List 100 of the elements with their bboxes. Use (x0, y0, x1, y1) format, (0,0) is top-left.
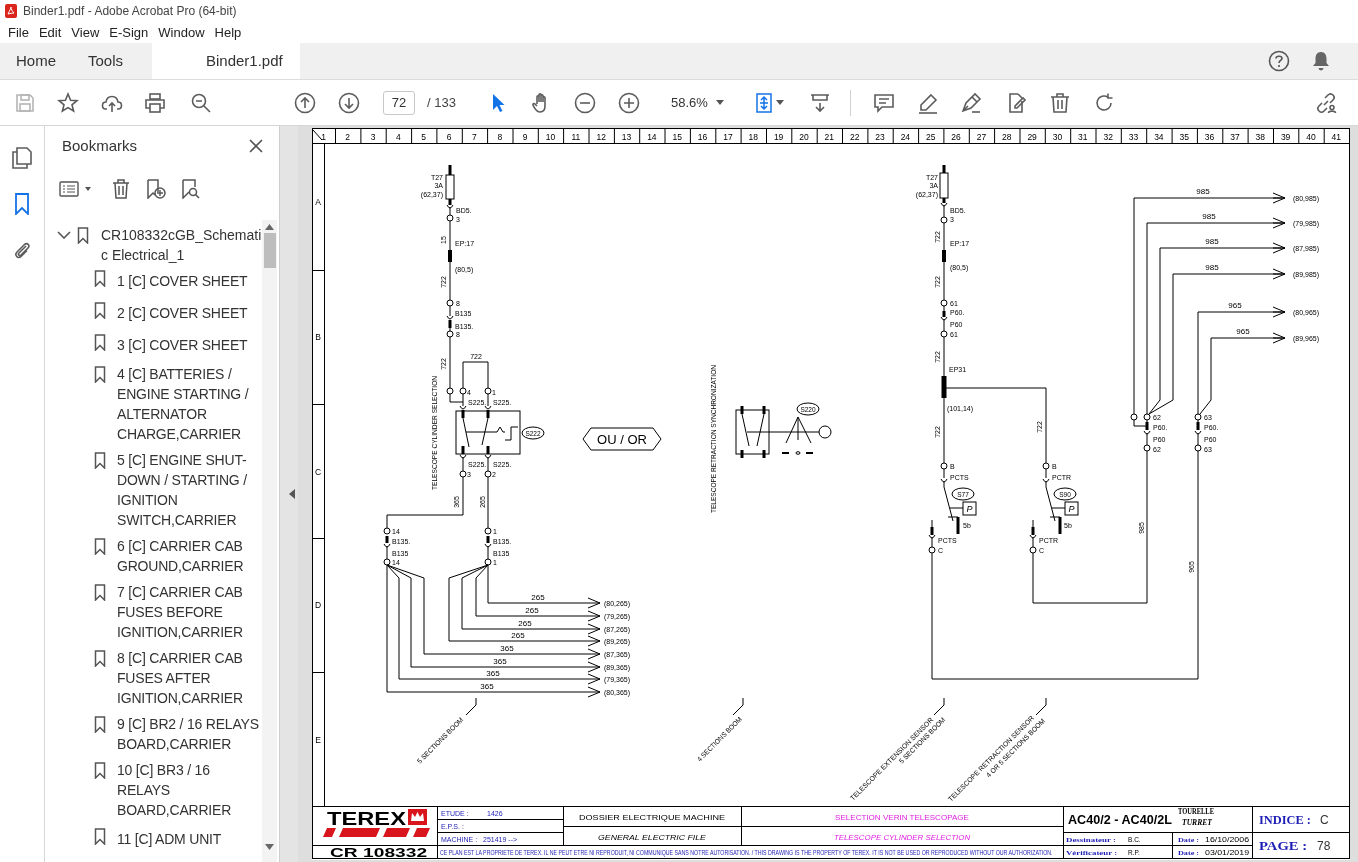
column-number: 2 (345, 132, 351, 142)
field-label: INDICE : (1259, 812, 1311, 828)
column-number: 20 (799, 132, 809, 142)
column-number: 4 (396, 132, 401, 142)
field-value: 78 (1317, 839, 1331, 853)
zoom-out-icon[interactable] (574, 91, 596, 114)
redo-icon[interactable] (1093, 91, 1115, 114)
print-icon[interactable] (144, 91, 166, 114)
column-number: 6 (446, 132, 452, 142)
column-number: 33 (1128, 132, 1139, 142)
tab[interactable]: Binder1.pdf (152, 43, 300, 79)
leader-line (732, 697, 744, 716)
wire-number: 965 (1236, 327, 1250, 336)
comment-icon[interactable] (873, 91, 895, 114)
bookmark-icon (94, 270, 106, 287)
star-icon[interactable] (57, 91, 79, 114)
column-number: 37 (1230, 132, 1240, 142)
options-icon[interactable] (59, 181, 93, 197)
bookmark-item[interactable]: 9 [C] BR2 / 16 RELAYS BOARD,CARRIER (117, 714, 262, 754)
pen-nib-icon[interactable] (960, 91, 982, 114)
wire-number: 985 (1205, 237, 1219, 246)
tab[interactable]: Tools (74, 43, 152, 79)
terex-logo: TEREX (323, 808, 430, 837)
close-icon[interactable] (249, 139, 263, 153)
drawing-number: CR 108332 (330, 846, 428, 860)
bookmark-item[interactable]: 7 [C] CARRIER CAB FUSES BEFORE IGNITION,CARRIER (117, 582, 262, 642)
caret-icon (716, 100, 724, 105)
bookmark-item[interactable]: 8 [C] CARRIER CAB FUSES AFTER IGNITION,CARRIER (117, 648, 262, 708)
column-number: 14 (647, 132, 657, 142)
highlighter-icon[interactable] (917, 91, 939, 114)
title-block-text: DOSSIER ELECTRIQUE MACHINE (578, 812, 726, 822)
column-number: 34 (1154, 132, 1164, 142)
delete-icon[interactable] (112, 179, 130, 199)
bookmark-item[interactable]: 4 [C] BATTERIES / ENGINE STARTING / ALTERNATOR CHARGE,CARRIER (117, 364, 262, 444)
bookmark-icon (94, 650, 106, 667)
column-number: 10 (545, 132, 556, 142)
bookmark-item[interactable]: 2 [C] COVER SHEET (117, 303, 262, 323)
bookmark-item[interactable]: CR108332cGB_Schematic Electrical_1 (101, 225, 262, 265)
column-number: 8 (497, 132, 503, 142)
column-number: 22 (849, 132, 860, 142)
scroll-up-icon[interactable] (265, 224, 274, 230)
bookmark-icon (94, 716, 106, 733)
wire-number: 265 (531, 593, 545, 602)
zoom-search-icon[interactable] (190, 91, 212, 114)
column-number: 3 (370, 132, 376, 142)
pdf-icon (5, 4, 17, 18)
bookmark-item[interactable]: 5 [C] ENGINE SHUT-DOWN / STARTING / IGNITION SWITCH,CARRIER (117, 450, 262, 530)
bookmark-item[interactable]: 3 [C] COVER SHEET (117, 335, 262, 355)
bookmark-icon (94, 538, 106, 555)
bookmark-item[interactable]: 10 [C] BR3 / 16 RELAYS BOARD,CARRIER (117, 760, 262, 820)
column-number: 16 (697, 132, 708, 142)
next-page-icon[interactable] (338, 91, 360, 114)
bookmark-icon (94, 452, 106, 469)
bookmark-icon[interactable] (14, 193, 30, 215)
menu-item[interactable]: Edit (38, 22, 62, 43)
row-letter: B (315, 332, 321, 342)
column-number: 15 (672, 132, 682, 142)
model-name: AC40/2 - AC40/2L (1068, 813, 1172, 827)
find-bookmark-icon[interactable] (181, 179, 201, 199)
scrollbar[interactable] (262, 220, 277, 862)
help-icon[interactable] (1268, 50, 1290, 72)
fit-page-icon[interactable] (753, 91, 775, 114)
wire-number: 365 (480, 682, 494, 691)
zoom-in-icon[interactable] (618, 91, 640, 114)
bookmark-item[interactable]: 6 [C] CARRIER CAB GROUND,CARRIER (117, 536, 262, 576)
add-bookmark-icon[interactable] (146, 179, 166, 199)
menu-item[interactable]: View (71, 22, 100, 43)
bookmark-icon (94, 762, 106, 779)
scroll-mode-icon[interactable] (809, 91, 831, 114)
leader-line (933, 697, 945, 716)
column-number: 32 (1103, 132, 1113, 142)
bookmark-item[interactable]: 1 [C] COVER SHEET (117, 271, 262, 291)
column-number: 23 (875, 132, 885, 142)
column-number: 5 (421, 132, 427, 142)
menu-item[interactable]: E-Sign (109, 22, 149, 43)
menu-item[interactable]: Help (214, 22, 242, 43)
tab[interactable]: Home (0, 43, 74, 79)
collapse-panel-icon[interactable] (289, 489, 295, 499)
page-number-field[interactable]: 72 (383, 90, 415, 115)
scroll-down-icon[interactable] (265, 844, 274, 850)
pages-icon[interactable] (12, 147, 32, 169)
bookmark-icon (94, 334, 106, 351)
share-link-icon[interactable] (1315, 91, 1337, 114)
scrollbar-thumb[interactable] (263, 233, 276, 268)
title-block-text: TELESCOPE CYLINDER SELECTION (833, 832, 971, 842)
menu-item[interactable]: Window (158, 22, 205, 43)
wire-number: 265 (511, 631, 525, 640)
field-value: C (1320, 813, 1329, 827)
bookmark-item[interactable]: 11 [C] ADM UNIT (117, 829, 262, 849)
notification-bell-icon[interactable] (1312, 51, 1330, 71)
caret-icon[interactable] (776, 100, 784, 105)
column-number: 28 (1002, 132, 1012, 142)
chevron-icon[interactable] (57, 231, 71, 239)
column-number: 7 (472, 132, 477, 142)
menu-item[interactable]: File (8, 22, 29, 43)
previous-page-icon[interactable] (294, 91, 316, 114)
zoom-dropdown[interactable]: 58.6% (662, 90, 730, 115)
column-number: 30 (1052, 132, 1063, 142)
field-label: PAGE : (1259, 838, 1308, 853)
trash-icon[interactable] (1049, 91, 1071, 114)
